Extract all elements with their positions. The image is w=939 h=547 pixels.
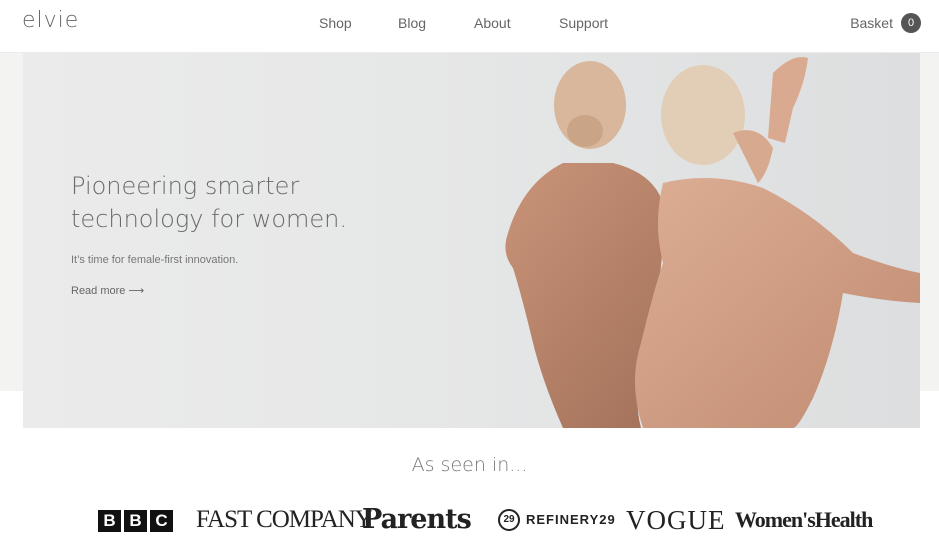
basket-button[interactable]: Basket 0	[850, 13, 921, 33]
vogue-logo[interactable]: VOGUE	[626, 503, 726, 537]
press-logos: B B C FAST COMPANY Parents 29 REFINERY29…	[0, 503, 939, 537]
bbc-letter-b2: B	[124, 510, 147, 532]
nav-about[interactable]: About	[474, 15, 511, 31]
bbc-letter-b1: B	[98, 510, 121, 532]
womens-health-logo[interactable]: Women'sHealth	[735, 503, 873, 537]
site-header: elvie Shop Blog About Support Basket 0	[0, 0, 939, 53]
nav-support[interactable]: Support	[559, 15, 608, 31]
nav-shop[interactable]: Shop	[319, 15, 352, 31]
bbc-letter-c: C	[150, 510, 173, 532]
hero-title: Pioneering smarter technology for women.	[71, 170, 401, 236]
hero-title-line2: technology for women.	[71, 205, 347, 233]
hero-figures-image	[505, 57, 920, 428]
read-more-link[interactable]: Read more ⟶	[71, 284, 144, 297]
basket-count-badge: 0	[901, 13, 921, 33]
as-seen-in-heading: As seen in...	[411, 454, 528, 476]
parents-logo[interactable]: Parents	[362, 503, 472, 537]
hero-subtitle: It’s time for female-first innovation.	[71, 254, 239, 266]
refinery29-text: REFINERY29	[526, 512, 616, 527]
nav-blog[interactable]: Blog	[398, 15, 426, 31]
refinery29-logo[interactable]: 29 REFINERY29	[498, 503, 616, 537]
bbc-logo[interactable]: B B C	[98, 510, 173, 532]
basket-label: Basket	[850, 15, 893, 31]
refinery29-mark-icon: 29	[498, 509, 520, 531]
elvie-logo[interactable]: elvie	[22, 8, 79, 33]
hero-title-line1: Pioneering smarter	[71, 172, 300, 200]
hero-banner: Pioneering smarter technology for women.…	[23, 53, 920, 428]
fast-company-logo[interactable]: FAST COMPANY	[196, 503, 373, 537]
